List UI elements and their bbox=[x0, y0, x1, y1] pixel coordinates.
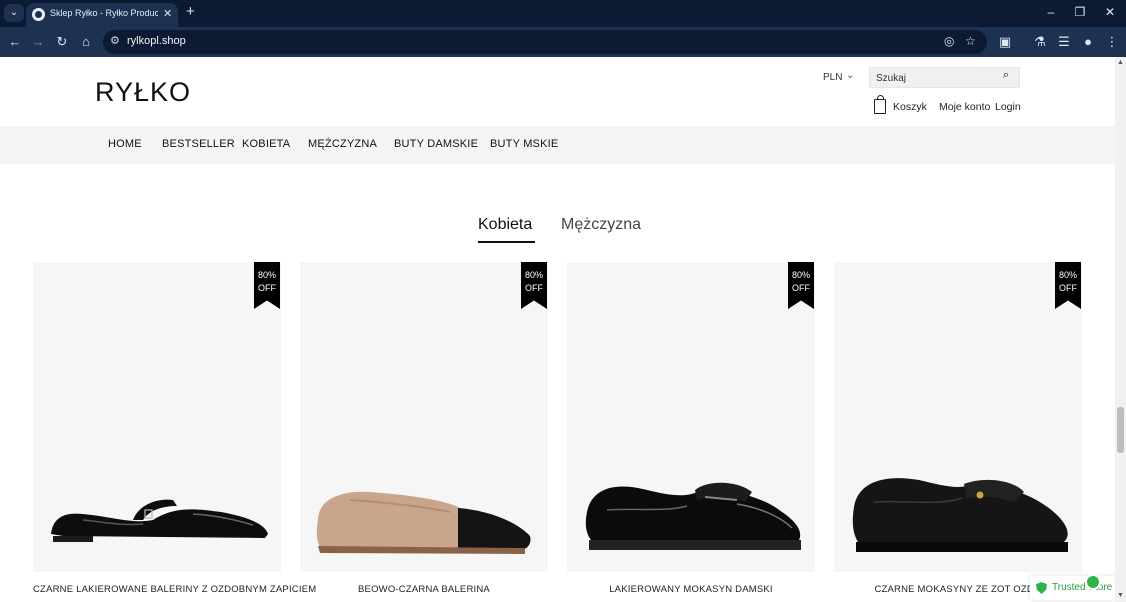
nav-item-kobieta[interactable]: KOBIETA bbox=[242, 138, 290, 150]
badge-off: OFF bbox=[525, 283, 543, 293]
url-text[interactable]: rylkopl.shop bbox=[127, 35, 186, 47]
minimize-icon[interactable]: – bbox=[1041, 5, 1061, 19]
badge-off: OFF bbox=[1059, 283, 1077, 293]
cart-link[interactable]: Koszyk bbox=[893, 101, 927, 113]
profile-icon[interactable]: ● bbox=[1080, 34, 1096, 50]
star-icon[interactable]: ☆ bbox=[965, 34, 976, 48]
page-scrollbar[interactable]: ▲ ▼ bbox=[1115, 57, 1126, 602]
account-link[interactable]: Moje konto bbox=[939, 101, 990, 113]
puzzle-icon[interactable]: ▣ bbox=[997, 34, 1013, 50]
browser-tab-bar: ⌄ Sklep Ryłko - Ryłko Producent ✕ + – ❐ … bbox=[0, 0, 1126, 27]
nav-item-bestseller[interactable]: BESTSELLER bbox=[162, 138, 235, 150]
reload-icon[interactable]: ↻ bbox=[54, 34, 70, 50]
nav-item-home[interactable]: HOME bbox=[108, 138, 142, 150]
tab-mezczyzna[interactable]: Mężczyzna bbox=[561, 216, 641, 234]
window-close-icon[interactable]: ✕ bbox=[1100, 5, 1120, 19]
active-tab-underline bbox=[478, 241, 535, 243]
product-card[interactable]: 80% OFF bbox=[834, 262, 1082, 572]
product-image-ballerina[interactable] bbox=[310, 462, 538, 562]
nav-item-mezczyzna[interactable]: MĘŻCZYZNA bbox=[308, 138, 377, 150]
scroll-down-icon[interactable]: ▼ bbox=[1117, 592, 1124, 599]
product-image-leather-loafer[interactable] bbox=[844, 462, 1072, 562]
badge-percent: 80% bbox=[1058, 270, 1077, 280]
more-icon[interactable]: ⋮ bbox=[1104, 34, 1120, 50]
scroll-thumb[interactable] bbox=[1117, 407, 1124, 453]
page-content: RYŁKO PLN ⌄ ⌕ Koszyk Moje konto Login HO… bbox=[0, 57, 1115, 602]
product-card[interactable]: 80% OFF bbox=[567, 262, 815, 572]
flask-icon[interactable]: ⚗ bbox=[1032, 34, 1048, 50]
badge-percent: 80% bbox=[524, 270, 543, 280]
search-input[interactable] bbox=[876, 71, 996, 85]
scroll-up-icon[interactable]: ▲ bbox=[1117, 59, 1124, 66]
nav-item-buty-meskie[interactable]: BUTY MSKIE bbox=[490, 138, 558, 150]
main-nav: HOME BESTSELLER KOBIETA MĘŻCZYZNA BUTY D… bbox=[0, 126, 1115, 164]
product-title[interactable]: LAKIEROWANY MOKASYN DAMSKI bbox=[567, 584, 815, 595]
eye-off-icon[interactable]: ◎ bbox=[944, 34, 954, 48]
product-title[interactable]: CZARNE LAKIEROWANE BALERINY Z OZDOBNYM Z… bbox=[33, 584, 316, 595]
wordpress-icon bbox=[32, 8, 45, 21]
badge-off: OFF bbox=[792, 283, 810, 293]
discount-badge: 80% OFF bbox=[254, 262, 280, 309]
badge-percent: 80% bbox=[791, 270, 810, 280]
browser-tab[interactable]: Sklep Ryłko - Ryłko Producent ✕ bbox=[26, 3, 178, 27]
verified-check-icon bbox=[1085, 574, 1101, 590]
browser-toolbar: ← → ↻ ⌂ ⚙ rylkopl.shop ◎ ☆ ▣ ⚗ ☰ ● ⋮ bbox=[0, 27, 1126, 57]
tune-icon[interactable]: ⚙ bbox=[110, 34, 120, 47]
new-tab-plus-icon[interactable]: + bbox=[186, 3, 195, 20]
product-image-patent-loafer[interactable] bbox=[577, 462, 805, 562]
close-icon[interactable]: ✕ bbox=[163, 7, 172, 20]
product-image-mary-jane[interactable] bbox=[43, 462, 271, 562]
discount-badge: 80% OFF bbox=[521, 262, 547, 309]
badge-percent: 80% bbox=[257, 270, 276, 280]
product-card[interactable]: 80% OFF bbox=[300, 262, 548, 572]
home-icon[interactable]: ⌂ bbox=[78, 34, 94, 50]
media-icon[interactable]: ☰ bbox=[1056, 34, 1072, 50]
chevron-down-icon[interactable]: ⌄ bbox=[846, 70, 854, 81]
tab-title: Sklep Ryłko - Ryłko Producent bbox=[50, 8, 158, 18]
discount-badge: 80% OFF bbox=[1055, 262, 1081, 309]
arrow-left-icon[interactable]: ← bbox=[7, 34, 23, 50]
login-link[interactable]: Login bbox=[995, 101, 1021, 113]
shield-check-icon bbox=[1036, 582, 1047, 594]
badge-off: OFF bbox=[258, 283, 276, 293]
arrow-right-icon[interactable]: → bbox=[30, 34, 46, 50]
trusted-store-widget[interactable]: Trusted Store bbox=[1030, 576, 1115, 600]
product-title[interactable]: BEOWO-CZARNA BALERINA bbox=[300, 584, 548, 595]
site-logo[interactable]: RYŁKO bbox=[95, 77, 191, 108]
product-card[interactable]: 80% OFF bbox=[33, 262, 281, 572]
tab-search-chevron-down-icon[interactable]: ⌄ bbox=[4, 4, 24, 22]
restore-icon[interactable]: ❐ bbox=[1070, 5, 1090, 19]
tab-kobieta[interactable]: Kobieta bbox=[478, 216, 532, 234]
address-bar[interactable]: ⚙ rylkopl.shop ◎ ☆ bbox=[103, 30, 987, 54]
search-icon[interactable]: ⌕ bbox=[1003, 69, 1009, 82]
discount-badge: 80% OFF bbox=[788, 262, 814, 309]
search-box: ⌕ bbox=[869, 67, 1020, 88]
nav-item-buty-damskie[interactable]: BUTY DAMSKIE bbox=[394, 138, 478, 150]
bag-icon[interactable] bbox=[874, 95, 886, 114]
trusted-store-label: Trusted Store bbox=[1052, 582, 1113, 593]
currency-selector[interactable]: PLN bbox=[823, 72, 842, 83]
